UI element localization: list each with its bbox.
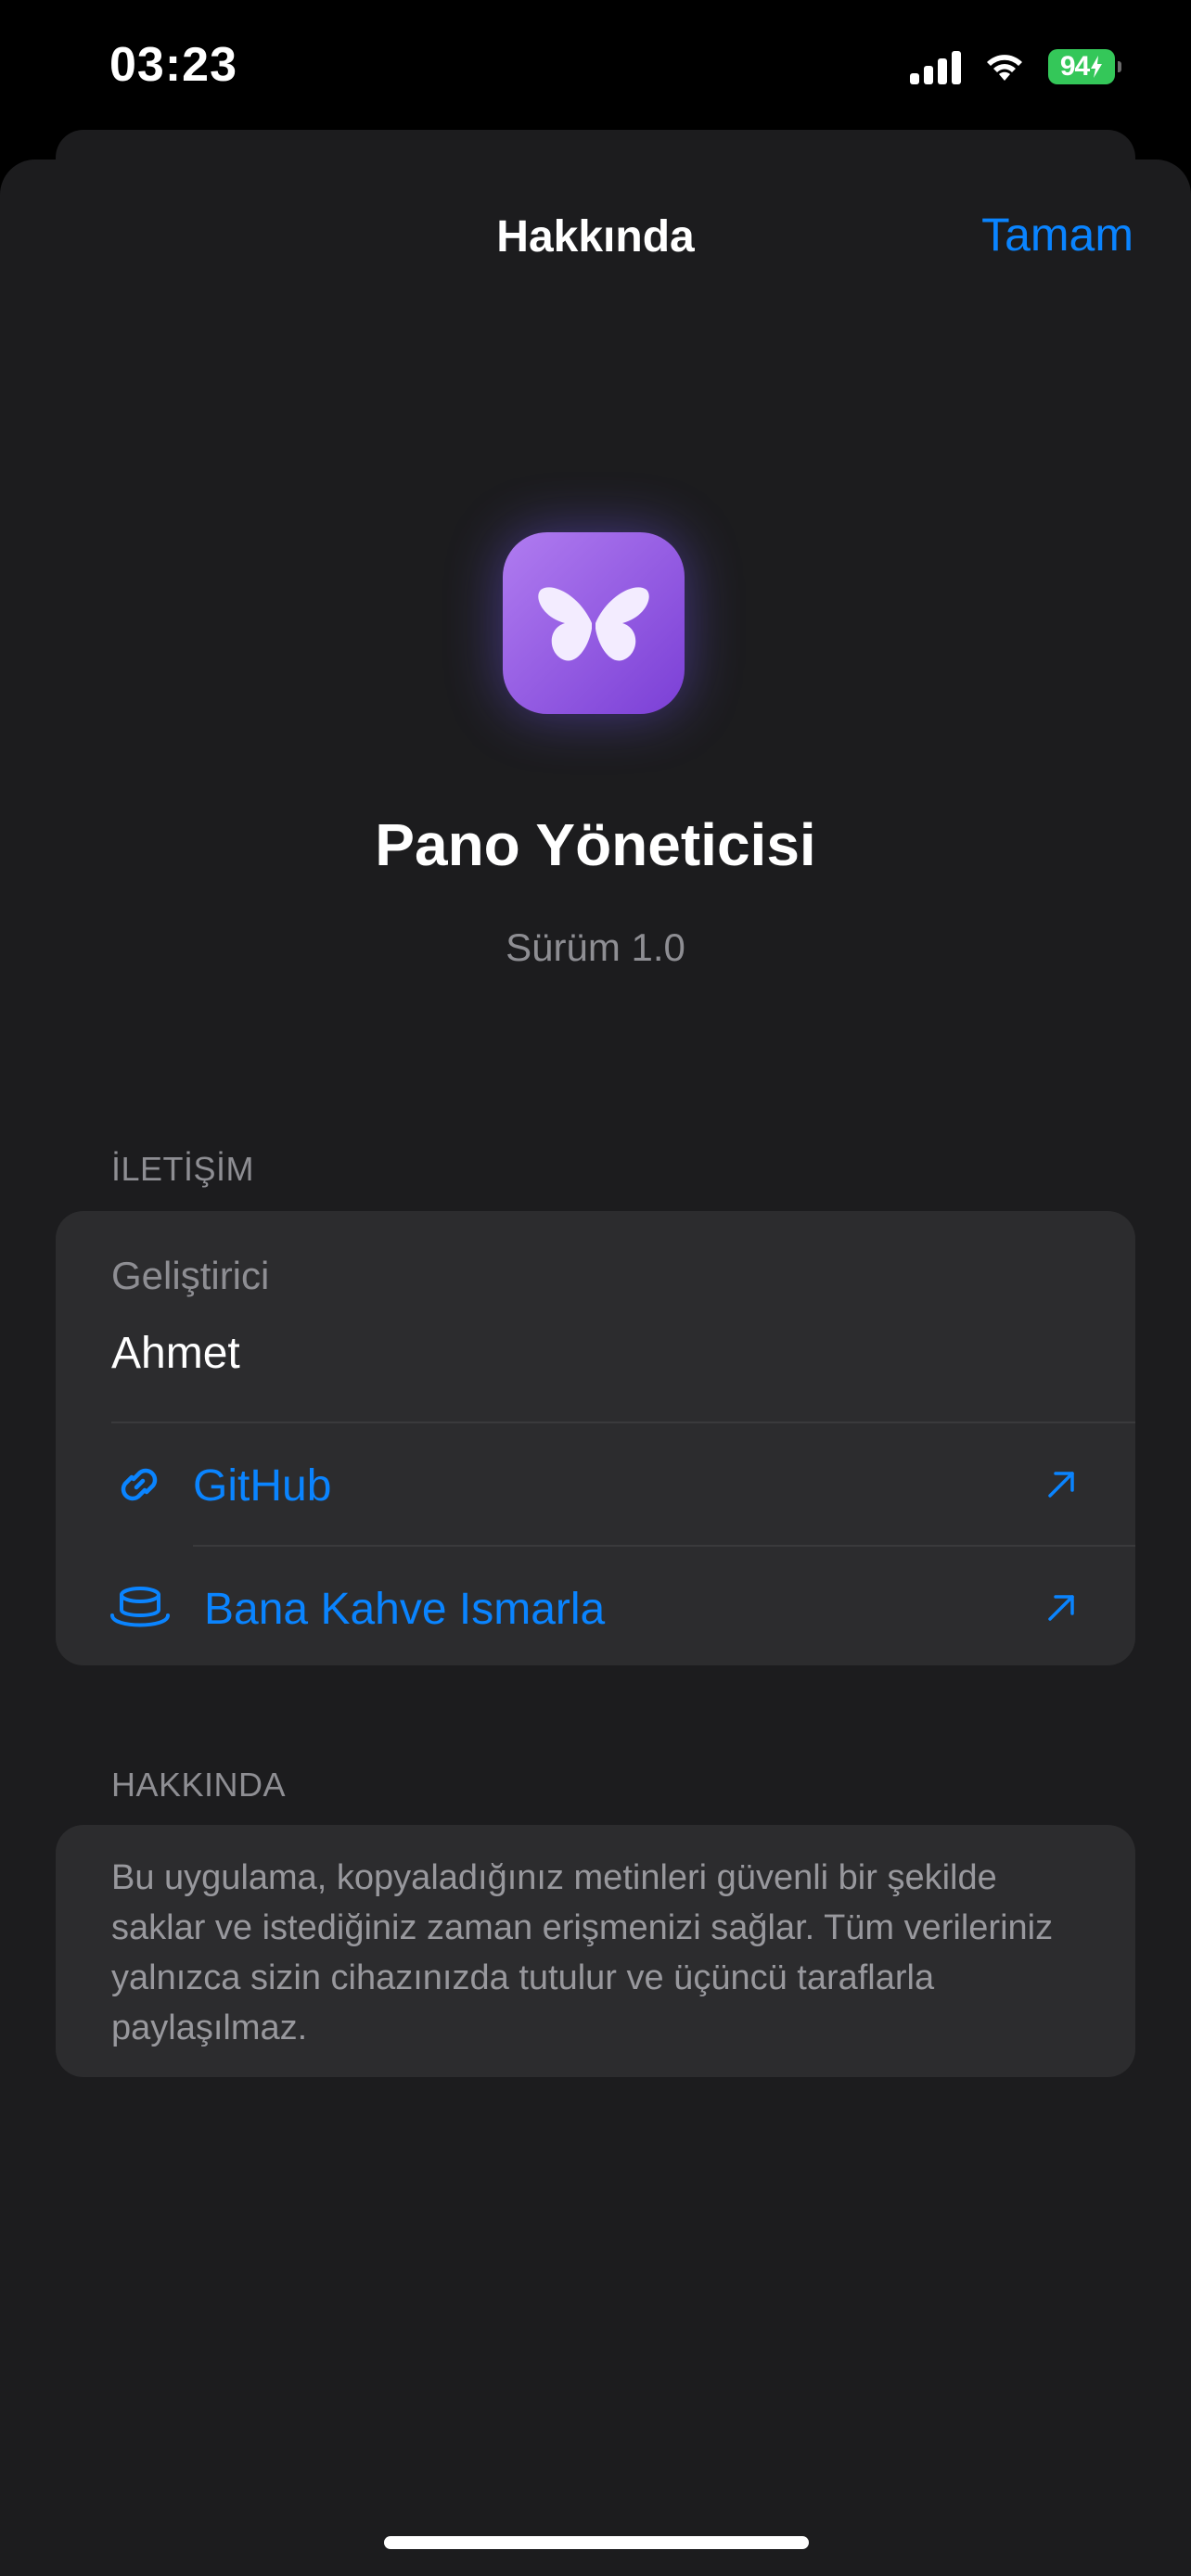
app-name: Pano Yöneticisi	[375, 811, 816, 878]
butterfly-icon	[538, 587, 649, 661]
buy-coffee-link-label: Bana Kahve Ismarla	[204, 1585, 606, 1634]
cellular-signal-icon	[910, 49, 961, 84]
charging-bolt-icon	[1091, 56, 1103, 78]
link-icon	[121, 1468, 158, 1501]
coffee-cup-icon	[110, 1587, 170, 1627]
github-link-label: GitHub	[193, 1461, 332, 1511]
status-icons: 94	[910, 45, 1121, 89]
battery-level: 94	[1059, 51, 1090, 82]
app-icon	[503, 532, 685, 714]
battery-icon: 94	[1048, 49, 1121, 84]
wifi-icon	[987, 55, 1022, 81]
developer-label: Geliştirici	[111, 1254, 270, 1297]
status-bar: 03:23 94	[0, 0, 1191, 139]
status-time: 03:23	[109, 38, 237, 92]
done-button[interactable]: Tamam	[981, 208, 1133, 261]
github-link-row[interactable]: GitHub	[56, 1423, 1135, 1546]
about-description: Bu uygulama, kopyaladığınız metinleri gü…	[111, 1858, 1054, 2047]
app-version: Sürüm 1.0	[506, 925, 685, 969]
buy-coffee-link-row[interactable]: Bana Kahve Ismarla	[56, 1547, 1135, 1665]
home-indicator	[384, 2536, 809, 2549]
contact-group: Geliştirici Ahmet GitHub Bana Kahve Isma…	[56, 1211, 1135, 1665]
developer-name: Ahmet	[111, 1329, 240, 1378]
about-sheet: Hakkında Tamam Pano Yöneticisi Sürüm 1.0…	[0, 159, 1191, 2576]
external-arrow-icon	[1048, 1472, 1074, 1498]
about-group: Bu uygulama, kopyaladığınız metinleri gü…	[56, 1825, 1135, 2077]
external-arrow-icon	[1048, 1595, 1074, 1621]
contact-section-header: İLETİŞİM	[111, 1150, 255, 1188]
about-section-header: HAKKINDA	[111, 1766, 287, 1804]
